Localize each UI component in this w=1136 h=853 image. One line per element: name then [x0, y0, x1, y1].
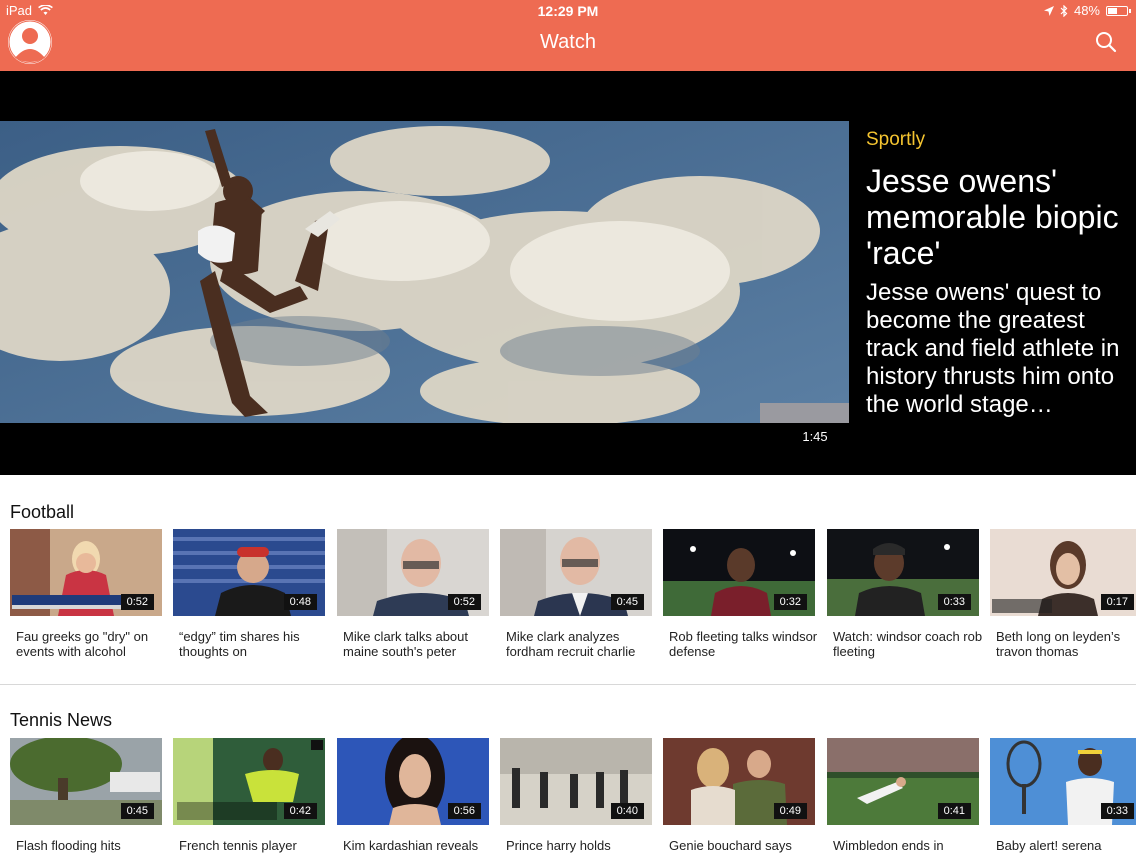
video-title[interactable]: Mike clark talks about maine south's pet…	[337, 629, 493, 659]
video-title[interactable]: Beth long on leyden’s travon thomas	[990, 629, 1136, 659]
battery-level	[1108, 7, 1117, 14]
duration-badge: 0:48	[283, 594, 317, 610]
video-card[interactable]: 0:56 Kim kardashian reveals	[337, 738, 489, 853]
battery-tip	[1129, 8, 1131, 13]
section-title: Tennis News	[10, 710, 113, 730]
video-title[interactable]: Rob fleeting talks windsor defense	[663, 629, 819, 659]
video-title[interactable]: Flash flooding hits	[10, 838, 166, 853]
featured-title[interactable]: Jesse owens' memorable biopic 'race'	[866, 163, 1128, 271]
profile-avatar-button[interactable]	[8, 20, 52, 64]
duration-badge: 0:42	[283, 803, 317, 819]
video-title[interactable]: Genie bouchard says	[663, 838, 819, 853]
video-card[interactable]: 0:42 French tennis player	[173, 738, 325, 853]
video-card[interactable]: 0:41 Wimbledon ends in	[827, 738, 979, 853]
video-title[interactable]: Kim kardashian reveals	[337, 838, 493, 853]
video-title[interactable]: Wimbledon ends in	[827, 838, 983, 853]
video-thumbnail[interactable]: 0:49	[663, 738, 815, 825]
device-label: iPad	[6, 3, 33, 18]
status-bar-right: 48%	[1043, 3, 1131, 18]
video-thumbnail[interactable]: 0:33	[827, 529, 979, 616]
video-title[interactable]: Watch: windsor coach rob fleeting	[827, 629, 983, 659]
section-football: Football 0:52 Fau greeks go "dry" on eve…	[0, 475, 1136, 685]
duration-badge: 0:33	[937, 594, 971, 610]
video-title[interactable]: Fau greeks go "dry" on events with alcoh…	[10, 629, 166, 659]
video-card[interactable]: 0:52 Mike clark talks about maine south'…	[337, 529, 489, 659]
video-title[interactable]: Mike clark analyzes fordham recruit char…	[500, 629, 656, 659]
video-title[interactable]: French tennis player	[173, 838, 329, 853]
duration-badge: 0:45	[610, 594, 644, 610]
location-icon	[1043, 5, 1054, 16]
video-thumbnail[interactable]: 0:45	[500, 529, 652, 616]
video-thumbnail[interactable]: 0:48	[173, 529, 325, 616]
duration-badge: 0:52	[447, 594, 481, 610]
search-icon	[1096, 32, 1117, 53]
video-card[interactable]: 0:49 Genie bouchard says	[663, 738, 815, 853]
video-card[interactable]: 0:52 Fau greeks go "dry" on events with …	[10, 529, 162, 659]
video-thumbnail[interactable]: 0:42	[173, 738, 325, 825]
video-thumbnail[interactable]: 0:41	[827, 738, 979, 825]
video-thumbnail[interactable]: 0:17	[990, 529, 1136, 616]
video-thumbnail[interactable]: 0:45	[10, 738, 162, 825]
section-title: Football	[10, 502, 75, 522]
featured-category: Sportly	[866, 129, 926, 150]
status-time: 12:29 PM	[537, 3, 599, 19]
featured-description: Jesse owens' quest to become the greates…	[866, 279, 1120, 418]
duration-badge: 0:17	[1100, 594, 1134, 610]
search-button[interactable]	[1094, 30, 1118, 54]
bluetooth-icon	[1060, 4, 1068, 17]
battery-percent: 48%	[1073, 3, 1100, 18]
section-tennis-news: Tennis News 0:45 Flash flooding hits 0:4…	[0, 685, 1136, 853]
duration-badge: 0:52	[120, 594, 154, 610]
app-header: iPad 12:29 PM 48% Watch	[0, 0, 1136, 71]
duration-badge: 0:40	[610, 803, 644, 819]
video-card[interactable]: 0:33 Baby alert! serena	[990, 738, 1136, 853]
video-title[interactable]: Baby alert! serena	[990, 838, 1136, 853]
video-card[interactable]: 0:17 Beth long on leyden’s travon thomas	[990, 529, 1136, 659]
featured-thumbnail[interactable]	[0, 121, 849, 423]
page-title: Watch	[540, 31, 596, 53]
video-title[interactable]: “edgy” tim shares his thoughts on	[173, 629, 329, 659]
video-title[interactable]: Prince harry holds	[500, 838, 656, 853]
video-card[interactable]: 0:33 Watch: windsor coach rob fleeting	[827, 529, 982, 659]
video-thumbnail[interactable]: 0:33	[990, 738, 1136, 825]
video-card[interactable]: 0:48 “edgy” tim shares his thoughts on	[173, 529, 325, 659]
battery-icon	[1106, 5, 1131, 16]
duration-badge: 0:41	[937, 803, 971, 819]
video-card[interactable]: 0:40 Prince harry holds	[500, 738, 652, 853]
duration-badge: 0:32	[773, 594, 807, 610]
duration-badge: 0:45	[120, 803, 154, 819]
video-thumbnail[interactable]: 0:52	[337, 529, 489, 616]
video-thumbnail[interactable]: 0:52	[10, 529, 162, 616]
status-bar-left: iPad	[6, 3, 53, 18]
duration-badge: 0:56	[447, 803, 481, 819]
featured-video[interactable]: 1:45 Sportly Jesse owens' memorable biop…	[0, 71, 1136, 475]
duration-badge: 0:49	[773, 803, 807, 819]
video-card[interactable]: 0:32 Rob fleeting talks windsor defense	[663, 529, 817, 659]
video-thumbnail[interactable]: 0:56	[337, 738, 489, 825]
wifi-icon	[38, 5, 53, 16]
duration-badge: 0:33	[1100, 803, 1134, 819]
video-thumbnail[interactable]: 0:40	[500, 738, 652, 825]
featured-duration: 1:45	[802, 429, 828, 444]
video-card[interactable]: 0:45 Mike clark analyzes fordham recruit…	[500, 529, 652, 659]
video-thumbnail[interactable]: 0:32	[663, 529, 815, 616]
video-card[interactable]: 0:45 Flash flooding hits	[10, 738, 162, 853]
user-icon	[8, 20, 52, 64]
